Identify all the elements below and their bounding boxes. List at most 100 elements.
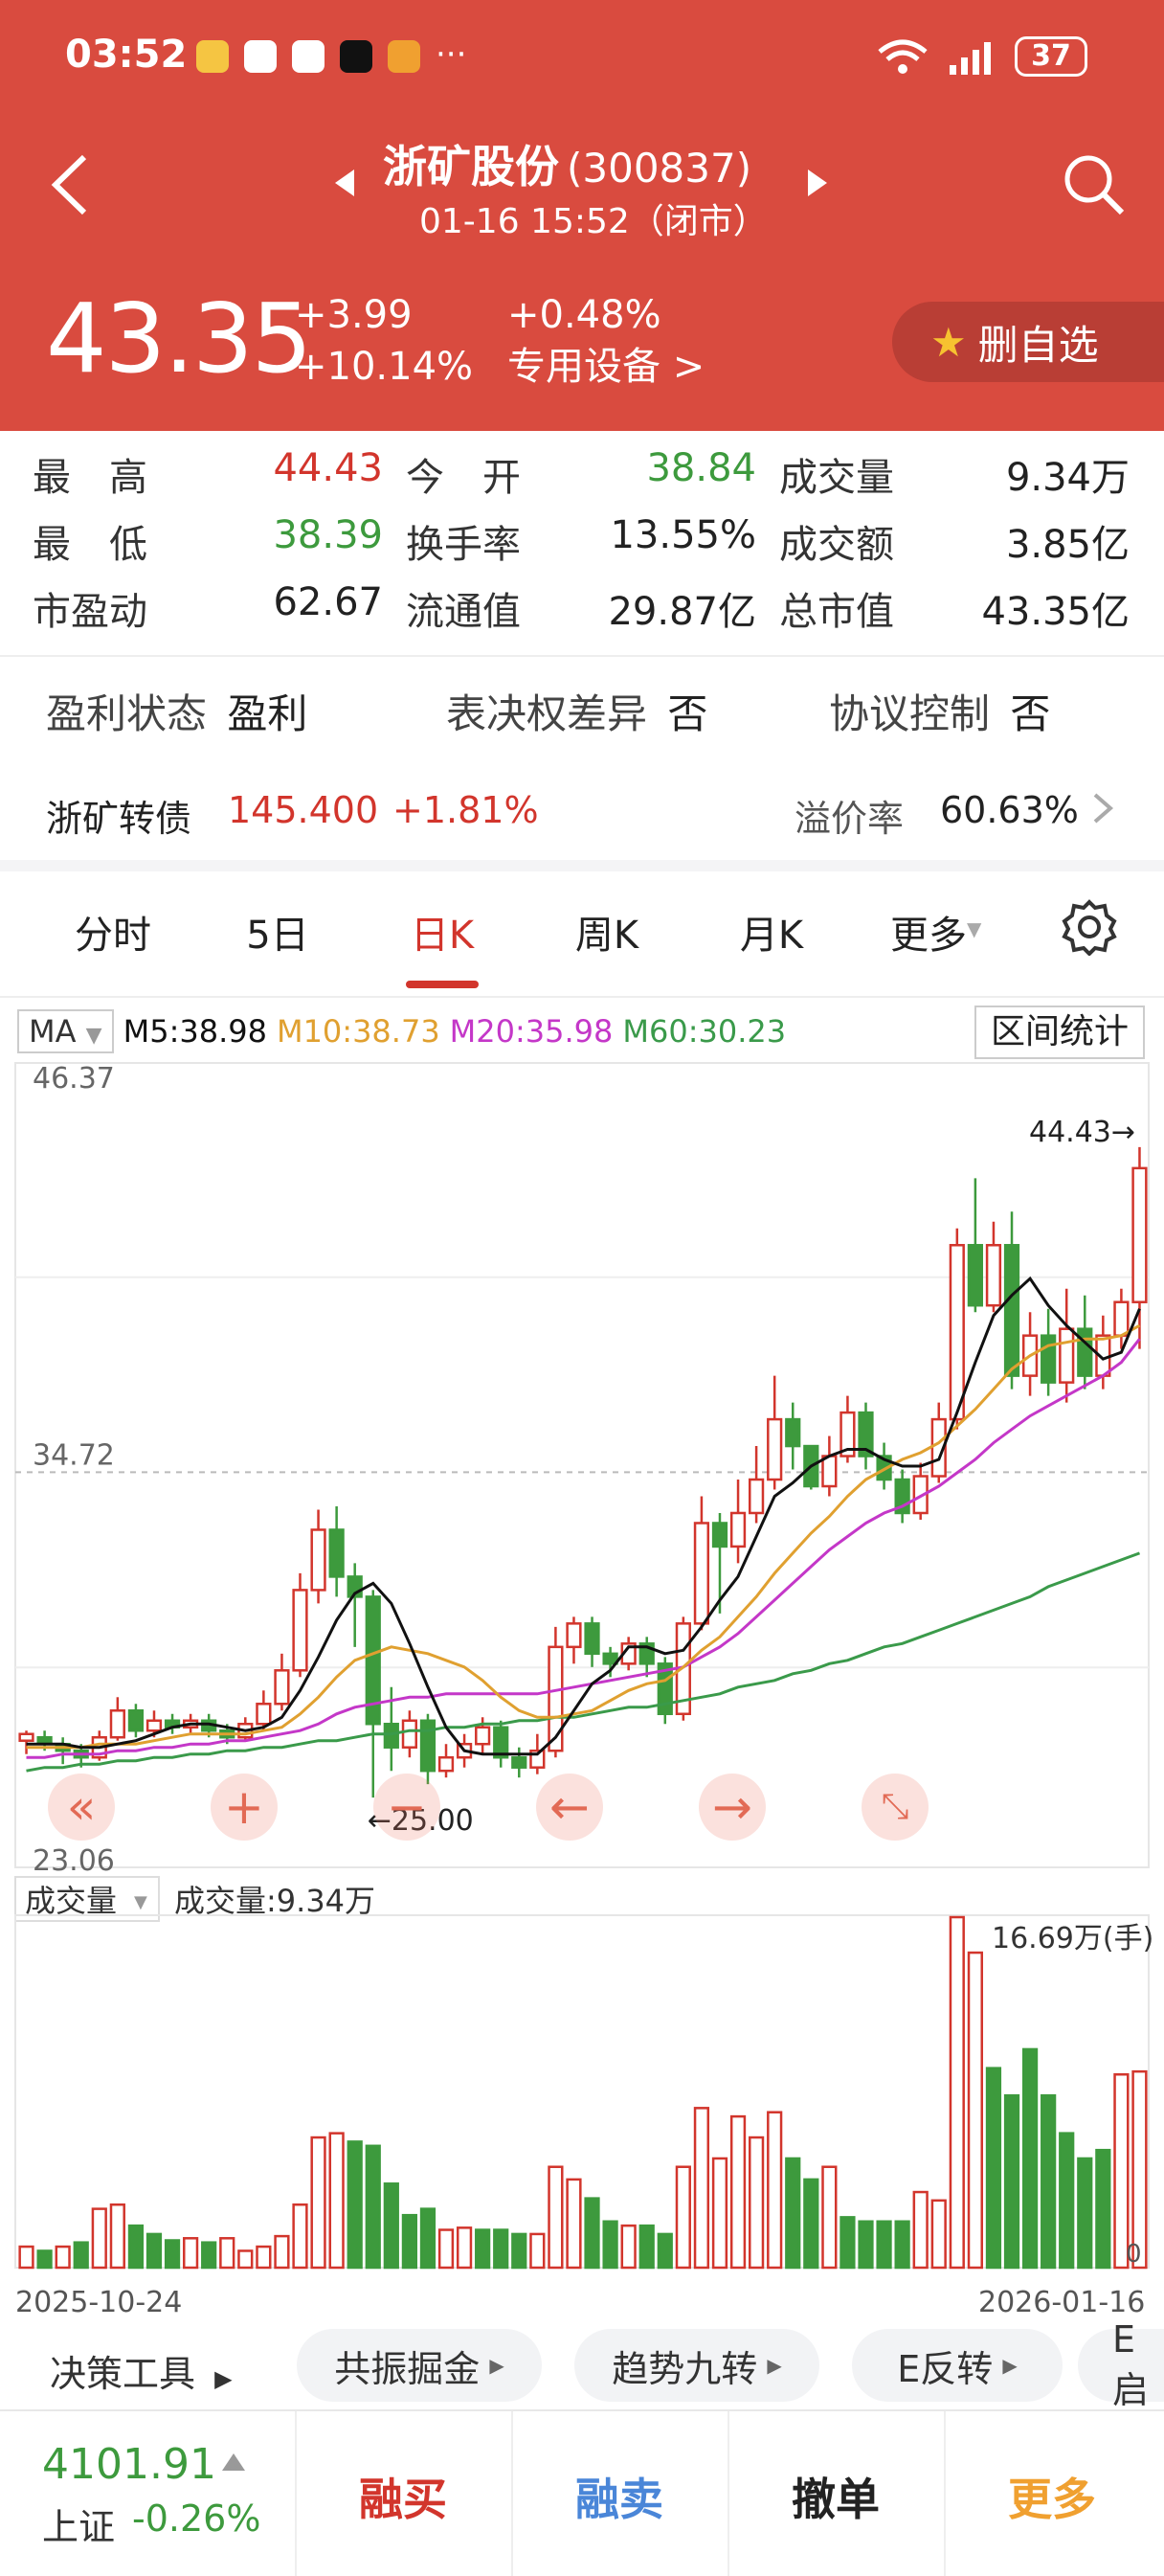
volume-bar [638,2224,655,2270]
caret-up-icon [220,2452,247,2476]
back-arrow-icon[interactable] [46,151,94,218]
candle-body [1113,1300,1130,1337]
volume-bar [201,2241,217,2270]
voting-rights: 表决权差异 否 [446,682,707,740]
volume-bar [584,2197,600,2270]
candle-body [785,1417,801,1448]
volume-bar [365,2144,381,2270]
volume-bar [967,1951,984,2270]
candle-body [711,1522,728,1548]
margin-sell-button[interactable]: 融卖 [513,2465,726,2528]
candle-body [1059,1327,1075,1384]
ma-selector-label: MA [29,1013,77,1050]
tab-5[interactable]: 更多 [852,904,1005,960]
rewind-icon[interactable]: « [48,1774,115,1841]
premium-label: 溢价率 [795,798,905,840]
pan-right-icon[interactable]: → [699,1774,766,1841]
tool-pill-1[interactable]: 趋势九转 ▶ [574,2329,819,2402]
volume-bar [1077,2157,1093,2270]
volume-bar [767,2111,783,2270]
volume-bar [1041,2093,1057,2270]
volume-bar [949,1915,965,2270]
profit-label: 盈利状态 [46,690,208,737]
ma20-value: M20:35.98 [449,1013,614,1050]
stock-name: 浙矿股份 [383,141,559,192]
candle-body [419,1719,436,1773]
candle-body [748,1478,765,1515]
agree-label: 协议控制 [829,690,991,737]
volume-bar [930,2199,947,2270]
volume-bar [1113,2073,1130,2270]
pan-left-icon[interactable]: ← [536,1774,603,1841]
volume-bar [693,2107,710,2270]
zoom-out-icon[interactable]: − [373,1774,440,1841]
convertible-bond-row[interactable]: 浙矿转债 145.400 +1.81% 溢价率 60.63% [0,766,1164,852]
tab-4[interactable]: 月K [695,904,848,960]
high-marker: 44.43→ [1029,1116,1135,1149]
volume-bar [383,2182,399,2270]
stock-title: 浙矿股份 (300837) [383,132,751,195]
decision-tools[interactable]: 决策工具 ▶ [50,2344,233,2397]
candle-body [729,1511,747,1548]
x-end-label: 2026-01-16 [978,2286,1145,2319]
tool-pill-label: E反转 [897,2347,994,2390]
candle-body [584,1622,600,1656]
volume-bar [821,2165,838,2270]
tab-3[interactable]: 周K [530,904,683,960]
remove-favorite-label: 删自选 [977,321,1099,369]
tab-0[interactable]: 分时 [36,904,190,960]
tool-pill-2[interactable]: E反转 ▶ [852,2329,1063,2402]
volume-bar [292,2203,308,2270]
cancel-order-button[interactable]: 撤单 [729,2465,942,2528]
wifi-icon [876,38,929,77]
candle-body [1041,1334,1057,1384]
volume-bar [146,2232,163,2270]
stat-value: 3.85亿 [1005,523,1130,567]
candle-body [821,1455,838,1488]
candle-body [1077,1327,1093,1377]
chart-nav-buttons: « + − ← → ⤡ [48,1774,929,1841]
volume-chart[interactable]: 成交量 ▼ 成交量:9.34万 16.69万(手) 0 2025-10-24 2026-01… [0,1865,1164,2325]
volume-bar [310,2135,326,2270]
caret-right-icon: ▶ [214,2365,233,2392]
zoom-in-icon[interactable]: + [211,1774,278,1841]
range-stats-button[interactable]: 区间统计 [974,1006,1145,1059]
candlestick-chart[interactable]: 46.3734.7223.0644.43→←25.00 [0,1061,1164,1875]
tab-1[interactable]: 5日 [201,904,354,960]
caret-down-icon: ▼ [134,1892,147,1912]
tool-pill-3[interactable]: E启 [1078,2318,1164,2411]
sector-link[interactable]: 专用设备 > [507,341,705,393]
volume-bar [511,2232,527,2270]
next-stock-icon[interactable] [806,168,829,198]
volume-bar [985,2067,1002,2270]
remove-favorite-button[interactable]: ★ 删自选 [892,302,1164,382]
other-change-pct: +0.48% [507,293,661,337]
market-datetime: 01-16 15:52（闭市） [419,202,768,241]
tab-2[interactable]: 日K [366,904,519,960]
baidu-icon [244,40,277,73]
caret-down-icon: ▼ [967,917,982,940]
settings-gear-icon[interactable] [1061,898,1118,957]
index-name: 上证 [42,2506,116,2548]
y-top-label: 46.37 [33,1062,115,1096]
volume-bar [182,2237,199,2270]
volume-bar [164,2239,181,2270]
candle-body [1131,1166,1148,1303]
tool-pill-0[interactable]: 共振掘金 ▶ [297,2329,542,2402]
candle-body [566,1622,582,1649]
search-icon[interactable] [1063,153,1126,216]
stat-value: 38.39 [273,513,383,557]
volume-value: 成交量:9.34万 [174,1883,375,1919]
ma-selector[interactable]: MA ▼ [17,1009,114,1053]
volume-bar [109,2203,125,2270]
prev-stock-icon[interactable] [333,168,356,198]
margin-buy-button[interactable]: 融买 [297,2465,509,2528]
stat-value: 62.67 [273,580,383,624]
candle-body [256,1703,272,1726]
more-button[interactable]: 更多 [946,2465,1158,2528]
redpacket-icon [388,40,420,73]
fullscreen-icon[interactable]: ⤡ [862,1774,929,1841]
volume-bar [858,2220,874,2270]
price-change-pct: +10.14% [295,345,474,389]
volume-bar [73,2241,89,2270]
